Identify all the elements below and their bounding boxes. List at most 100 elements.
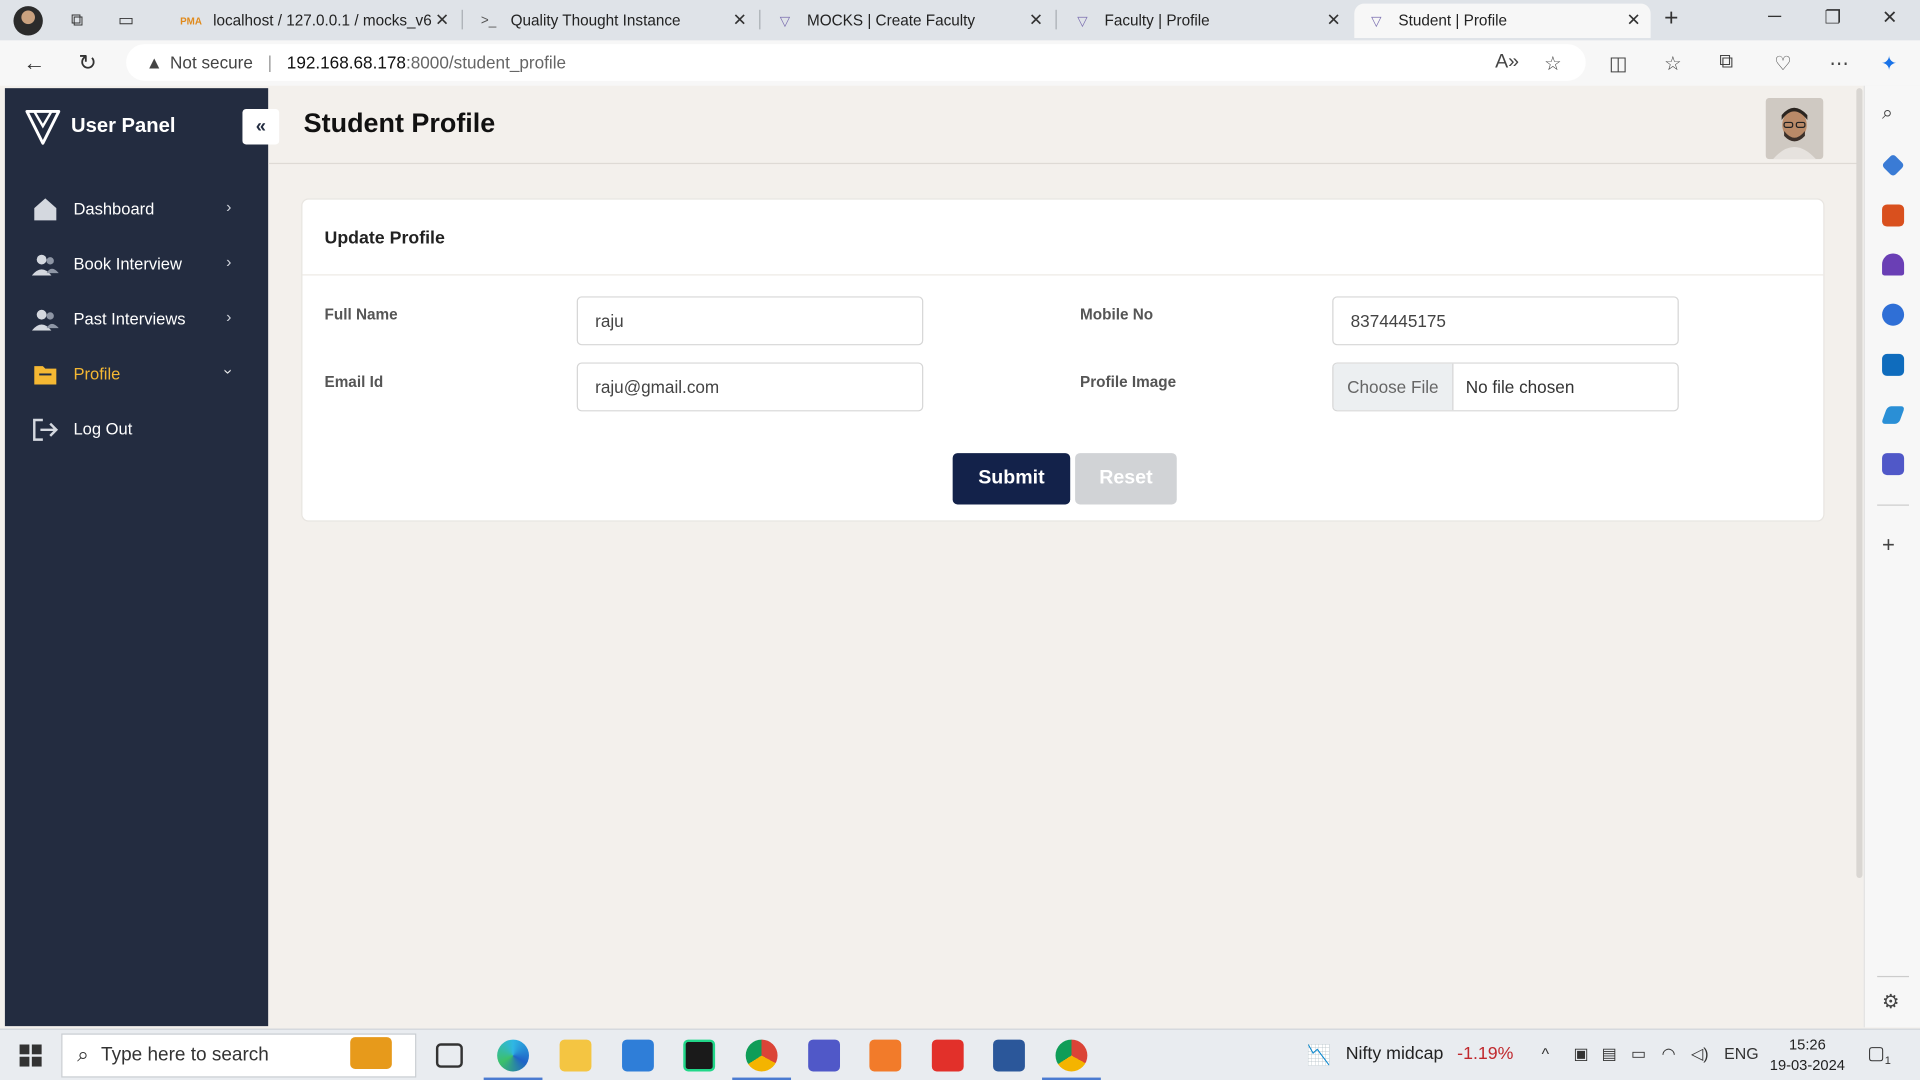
copilot-icon[interactable]: ✦ — [1881, 51, 1897, 75]
phpmyadmin-icon: PMA — [180, 15, 202, 27]
wifi-icon[interactable]: ◠ — [1662, 1044, 1676, 1064]
collections-icon[interactable]: ⧉ — [1719, 51, 1733, 73]
clock[interactable]: 15:26 19-03-2024 — [1765, 1035, 1851, 1077]
restore-icon[interactable]: ❐ — [1825, 6, 1841, 28]
briefcase-icon[interactable] — [350, 1037, 392, 1069]
mail-icon[interactable] — [622, 1039, 654, 1072]
settings-gear-icon[interactable]: ⚙ — [1882, 989, 1904, 1013]
tab-phpmyadmin[interactable]: PMA localhost / 127.0.0.1 / mocks_v6 ✕ — [169, 4, 459, 38]
add-icon[interactable]: + — [1882, 533, 1904, 557]
favorite-star-icon[interactable]: ☆ — [1544, 51, 1562, 75]
split-screen-icon[interactable]: ◫ — [1609, 51, 1628, 75]
refresh-icon[interactable]: ↻ — [78, 50, 96, 76]
word-icon[interactable] — [993, 1039, 1025, 1072]
sidebar-menu: Dashboard › Book Interview › Past Interv… — [5, 181, 268, 457]
address-bar[interactable]: ▲ Not secure | 192.168.68.178:8000/stude… — [126, 44, 1586, 81]
tab-actions-icon[interactable]: ▭ — [110, 4, 142, 36]
brand-logo-icon — [25, 109, 61, 145]
card-title: Update Profile — [324, 228, 445, 249]
xampp-icon[interactable] — [869, 1039, 902, 1072]
profile-image-file-input[interactable]: Choose File No file chosen — [1332, 362, 1679, 412]
chevron-right-icon: › — [226, 197, 232, 216]
brand-name: User Panel — [71, 114, 176, 137]
outlook-icon[interactable] — [1882, 353, 1905, 376]
close-icon[interactable]: ✕ — [733, 10, 747, 31]
sidebar-item-logout[interactable]: Log Out — [5, 402, 268, 457]
logout-icon — [32, 416, 59, 443]
tab-student-profile[interactable]: ▽ Student | Profile ✕ — [1354, 3, 1651, 38]
email-input[interactable] — [576, 362, 924, 412]
close-icon[interactable]: ✕ — [1326, 10, 1340, 31]
window-close-icon[interactable]: ✕ — [1882, 6, 1897, 28]
tab-title: localhost / 127.0.0.1 / mocks_v6 — [213, 12, 432, 30]
clock-time: 15:26 — [1788, 1035, 1826, 1054]
chevron-up-icon[interactable]: ^ — [1542, 1044, 1549, 1062]
sidebar-item-dashboard[interactable]: Dashboard › — [5, 181, 268, 236]
tab-title: Quality Thought Instance — [510, 12, 681, 30]
battery-icon[interactable]: ▭ — [1631, 1044, 1646, 1064]
send-icon[interactable] — [1881, 406, 1906, 424]
workspaces-icon[interactable]: ⧉ — [61, 4, 93, 36]
folder-icon — [32, 361, 59, 388]
close-icon[interactable]: ✕ — [1626, 10, 1640, 31]
full-name-input[interactable] — [576, 296, 924, 346]
sidebar-item-profile[interactable]: Profile › — [5, 347, 268, 402]
favorites-icon[interactable]: ☆ — [1664, 51, 1682, 75]
meet-icon[interactable]: ▣ — [1573, 1044, 1588, 1064]
browser-essentials-icon[interactable]: ♡ — [1774, 51, 1792, 75]
edge-browser-icon[interactable] — [497, 1039, 529, 1072]
chrome-icon[interactable] — [745, 1039, 778, 1072]
url-path: :8000/student_profile — [405, 52, 567, 73]
mobile-input[interactable] — [1332, 296, 1679, 346]
browser-side-panel: ⌕ + ⚙ — [1863, 85, 1920, 1028]
sidebar-item-past-interviews[interactable]: Past Interviews › — [5, 291, 268, 346]
terminal-icon: >_ — [480, 13, 497, 29]
language-indicator[interactable]: ENG — [1724, 1044, 1758, 1062]
stock-name[interactable]: Nifty midcap — [1346, 1044, 1444, 1064]
notification-icon[interactable]: ▢1 — [1867, 1042, 1891, 1066]
chrome-icon[interactable] — [1055, 1039, 1088, 1072]
brand[interactable]: User Panel — [24, 107, 175, 146]
volume-icon[interactable]: ◁) — [1691, 1044, 1709, 1064]
profile-image-label: Profile Image — [1080, 373, 1177, 391]
reset-button[interactable]: Reset — [1075, 453, 1177, 505]
task-view-icon[interactable] — [435, 1043, 463, 1068]
tools-icon[interactable] — [1882, 204, 1905, 227]
new-tab-icon[interactable]: + — [1664, 5, 1678, 33]
microsoft365-icon[interactable] — [1882, 303, 1905, 326]
search-icon[interactable]: ⌕ — [1882, 103, 1904, 125]
sidebar-item-label: Dashboard — [73, 199, 155, 218]
page-title: Student Profile — [303, 107, 496, 139]
teams-icon[interactable] — [1882, 453, 1905, 476]
anydesk-icon[interactable] — [931, 1039, 964, 1072]
teams-icon[interactable] — [808, 1039, 841, 1072]
windows-start-icon[interactable] — [19, 1044, 42, 1067]
tab-quality-thought[interactable]: >_ Quality Thought Instance ✕ — [467, 4, 757, 38]
minimize-icon[interactable]: ─ — [1768, 6, 1781, 27]
read-aloud-icon[interactable]: A» — [1495, 51, 1519, 73]
submit-button[interactable]: Submit — [952, 453, 1071, 505]
display-icon[interactable]: ▤ — [1602, 1044, 1617, 1064]
tab-create-faculty[interactable]: ▽ MOCKS | Create Faculty ✕ — [763, 4, 1053, 38]
more-options-icon[interactable]: ⋯ — [1829, 51, 1849, 75]
security-status[interactable]: Not secure — [170, 53, 253, 73]
mobile-label: Mobile No — [1080, 306, 1154, 324]
shopping-tag-icon[interactable] — [1881, 153, 1905, 177]
avatar[interactable] — [1765, 97, 1824, 160]
back-icon[interactable]: ← — [23, 50, 45, 76]
choose-file-button[interactable]: Choose File — [1333, 363, 1454, 411]
file-explorer-icon[interactable] — [559, 1039, 592, 1072]
browser-profile-avatar[interactable] — [12, 4, 44, 36]
search-icon: ⌕ — [77, 1043, 89, 1067]
user-photo-icon — [1765, 97, 1824, 160]
shield-logo-icon: ▽ — [1077, 14, 1088, 29]
page-scrollbar[interactable] — [1856, 88, 1863, 878]
games-icon[interactable] — [1882, 253, 1905, 276]
sidebar-item-book-interview[interactable]: Book Interview › — [5, 236, 268, 291]
close-icon[interactable]: ✕ — [435, 10, 449, 31]
pycharm-icon[interactable] — [683, 1039, 716, 1072]
close-icon[interactable]: ✕ — [1029, 10, 1043, 31]
update-profile-card: Update Profile Full Name Email Id Mobile… — [301, 198, 1825, 522]
tab-faculty-profile[interactable]: ▽ Faculty | Profile ✕ — [1060, 4, 1350, 38]
sidebar-item-label: Profile — [73, 364, 121, 384]
